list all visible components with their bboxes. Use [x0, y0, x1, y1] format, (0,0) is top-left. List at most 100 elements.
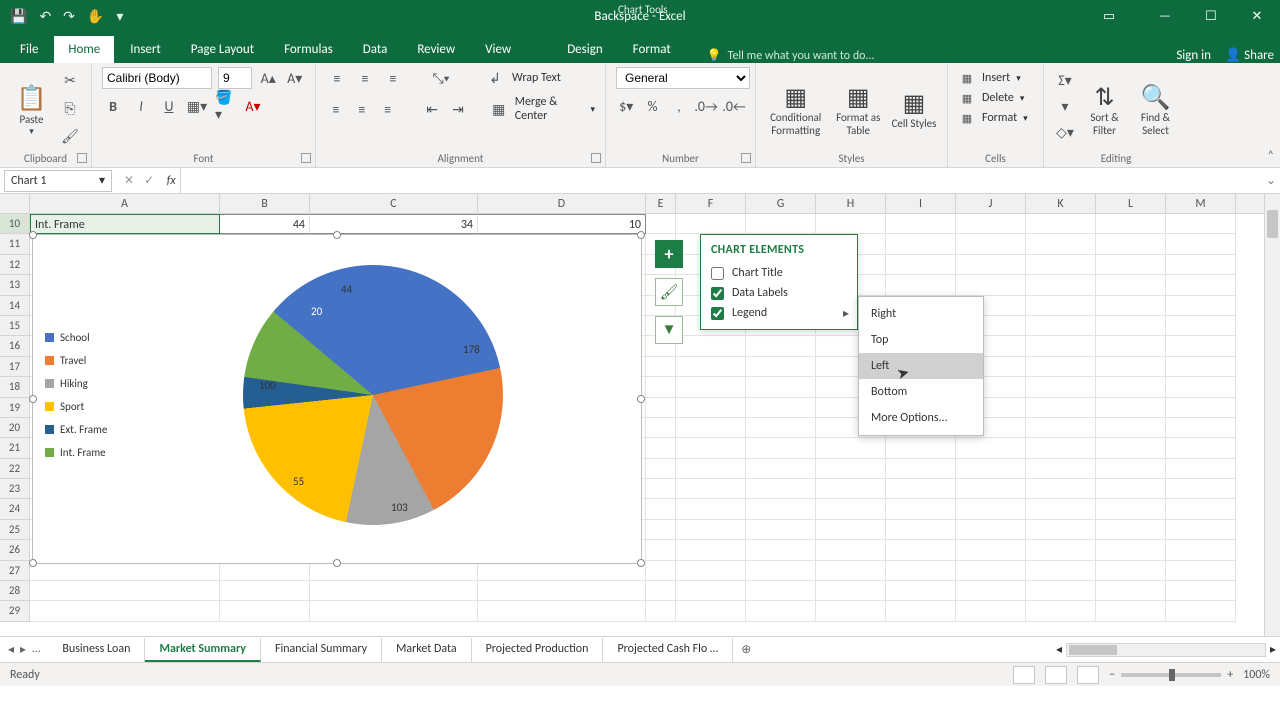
normal-view-button[interactable]	[1013, 666, 1035, 684]
sheet-tab[interactable]: Financial Summary	[261, 638, 382, 662]
cell[interactable]	[956, 601, 1026, 621]
cell[interactable]	[1166, 479, 1236, 499]
share-button[interactable]: 👤 Share	[1225, 48, 1274, 63]
row-header[interactable]: 23	[0, 479, 30, 499]
cell[interactable]	[1096, 357, 1166, 377]
cell[interactable]	[1026, 398, 1096, 418]
cell[interactable]	[646, 459, 676, 479]
cell[interactable]	[646, 398, 676, 418]
submenu-arrow-icon[interactable]: ▸	[843, 306, 849, 321]
cell[interactable]	[1166, 377, 1236, 397]
close-button[interactable]: ✕	[1234, 0, 1280, 33]
cell[interactable]	[746, 520, 816, 540]
zoom-slider[interactable]: − +	[1109, 668, 1233, 682]
save-icon[interactable]: 💾	[10, 8, 27, 25]
increase-font-icon[interactable]: A▴	[258, 67, 279, 89]
italic-button[interactable]: I	[130, 95, 152, 117]
col-header[interactable]: M	[1166, 194, 1236, 213]
zoom-in-icon[interactable]: +	[1227, 668, 1233, 682]
tab-design[interactable]: Design	[553, 36, 616, 63]
row-header[interactable]: 24	[0, 499, 30, 519]
align-left-icon[interactable]: ≡	[326, 98, 346, 120]
cell[interactable]	[1096, 438, 1166, 458]
cell[interactable]	[220, 601, 310, 621]
cell[interactable]	[956, 275, 1026, 295]
cell[interactable]	[646, 377, 676, 397]
sheet-tab[interactable]: Projected Production	[472, 638, 604, 662]
cell[interactable]	[310, 601, 478, 621]
chart-element-option[interactable]: Legend▸	[711, 303, 847, 323]
cell[interactable]	[1166, 398, 1236, 418]
checkbox[interactable]	[711, 307, 724, 320]
cell[interactable]	[676, 499, 746, 519]
page-layout-view-button[interactable]	[1045, 666, 1067, 684]
tab-insert[interactable]: Insert	[116, 36, 175, 63]
row-header[interactable]: 13	[0, 275, 30, 295]
enter-formula-icon[interactable]: ✓	[144, 173, 154, 188]
cell[interactable]	[676, 336, 746, 356]
cell[interactable]	[746, 459, 816, 479]
cell[interactable]	[676, 438, 746, 458]
formula-input[interactable]	[180, 168, 1262, 193]
cell[interactable]	[1026, 601, 1096, 621]
align-top-icon[interactable]: ≡	[326, 67, 348, 89]
cell[interactable]	[676, 601, 746, 621]
undo-icon[interactable]: ↶	[39, 8, 51, 25]
cell[interactable]	[676, 418, 746, 438]
col-header[interactable]: H	[816, 194, 886, 213]
cell[interactable]	[1026, 459, 1096, 479]
increase-indent-icon[interactable]: ⇥	[448, 98, 468, 120]
tab-page-layout[interactable]: Page Layout	[177, 36, 268, 63]
chart-legend[interactable]: SchoolTravelHikingSportExt. FrameInt. Fr…	[45, 331, 107, 469]
cell[interactable]	[886, 275, 956, 295]
pie-chart-plot[interactable]	[243, 265, 503, 525]
cell[interactable]	[886, 234, 956, 254]
cell[interactable]	[956, 438, 1026, 458]
cell[interactable]	[886, 214, 956, 234]
legend-item[interactable]: Sport	[45, 400, 107, 413]
cell[interactable]	[1166, 418, 1236, 438]
cell[interactable]	[1166, 316, 1236, 336]
checkbox[interactable]	[711, 267, 724, 280]
underline-button[interactable]: U	[158, 95, 180, 117]
cell[interactable]	[1026, 214, 1096, 234]
chevron-down-icon[interactable]: ▾	[99, 173, 105, 188]
cell[interactable]	[1026, 336, 1096, 356]
cell[interactable]	[1096, 275, 1166, 295]
zoom-out-icon[interactable]: −	[1109, 668, 1115, 682]
bold-button[interactable]: B	[102, 95, 124, 117]
cell[interactable]	[676, 398, 746, 418]
row-header[interactable]: 16	[0, 336, 30, 356]
cell[interactable]	[746, 479, 816, 499]
cell[interactable]	[220, 581, 310, 601]
sort-filter-button[interactable]: ⇅Sort & Filter	[1082, 67, 1127, 149]
chart-element-option[interactable]: Data Labels	[711, 283, 847, 303]
cell[interactable]	[746, 336, 816, 356]
row-header[interactable]: 28	[0, 581, 30, 601]
tab-review[interactable]: Review	[403, 36, 469, 63]
cell[interactable]	[1166, 357, 1236, 377]
cell[interactable]	[816, 581, 886, 601]
chart-styles-button[interactable]: 🖌	[655, 278, 683, 306]
cell[interactable]	[1166, 561, 1236, 581]
fill-color-icon[interactable]: 🪣▾	[214, 95, 236, 117]
cell[interactable]	[1166, 275, 1236, 295]
col-header[interactable]: L	[1096, 194, 1166, 213]
cell[interactable]	[1026, 275, 1096, 295]
cell[interactable]	[1026, 377, 1096, 397]
cell[interactable]	[886, 438, 956, 458]
cell[interactable]	[646, 561, 676, 581]
cell[interactable]	[1096, 540, 1166, 560]
cell[interactable]	[1096, 581, 1166, 601]
cell[interactable]	[1166, 601, 1236, 621]
cell[interactable]	[646, 214, 676, 234]
cell[interactable]	[1026, 540, 1096, 560]
qat-customize-icon[interactable]: ▾	[116, 8, 123, 25]
cell[interactable]	[1096, 336, 1166, 356]
cell[interactable]	[478, 601, 646, 621]
sheet-nav-prev-icon[interactable]: ◂	[8, 642, 14, 657]
cell[interactable]	[646, 499, 676, 519]
cell[interactable]	[956, 581, 1026, 601]
zoom-level[interactable]: 100%	[1243, 668, 1270, 682]
merge-center-button[interactable]: Merge & Center	[515, 95, 585, 123]
